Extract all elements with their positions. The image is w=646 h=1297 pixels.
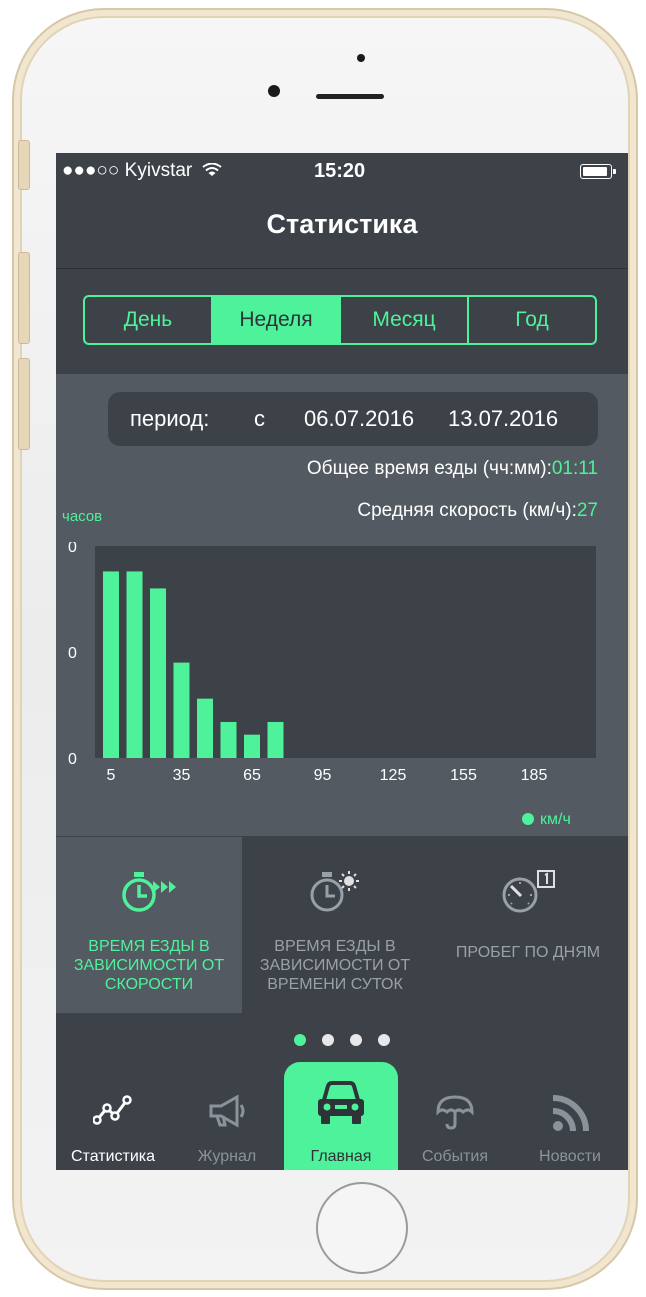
card-time-by-speed[interactable]: ВРЕМЯ ЕЗДЫ В ЗАВИСИМОСТИ ОТ СКОРОСТИ [56, 837, 242, 1013]
tab-month[interactable]: Месяц [341, 297, 469, 343]
card-time-by-daytime[interactable]: ВРЕМЯ ЕЗДЫ В ЗАВИСИМОСТИ ОТ ВРЕМЕНИ СУТО… [242, 837, 428, 1013]
period-selector[interactable]: период: с 06.07.2016 13.07.2016 [108, 392, 598, 446]
stopwatch-fast-icon [122, 872, 176, 912]
x-tick-label: 155 [450, 767, 477, 782]
tab-label: События [421, 1148, 489, 1165]
tab-year[interactable]: Год [469, 297, 595, 343]
total-drive-time: Общее время езды (чч:мм):01:11 [307, 458, 598, 480]
status-bar: ●●●○○ Kyivstar 15:20 [56, 153, 628, 189]
y-tick-label: 0 [68, 542, 77, 556]
chart-bar [244, 734, 260, 758]
page-title: Статистика [266, 209, 418, 239]
card-mileage-by-day[interactable]: ПРОБЕГ ПО ДНЯМ [428, 837, 628, 1013]
tab-statistics[interactable]: Статистика [56, 1080, 170, 1170]
rss-icon [552, 1095, 589, 1132]
x-tick-label: 65 [243, 767, 261, 782]
x-tick-label: 125 [380, 767, 407, 782]
chart-y-axis-label: часов [62, 508, 103, 525]
period-segmented-control: День Неделя Месяц Год [83, 295, 597, 345]
card-label: ВРЕМЯ ЕЗДЫ В ЗАВИСИМОСТИ ОТ ВРЕМЕНИ СУТО… [259, 938, 411, 993]
chart-bar [126, 571, 143, 758]
tab-home[interactable]: Главная [284, 1062, 398, 1170]
average-speed: Средняя скорость (км/ч):27 [357, 500, 598, 522]
chart-bar [220, 721, 237, 758]
chart-bar [173, 662, 190, 758]
total-time-value: 01:11 [551, 458, 598, 479]
page-indicator[interactable] [56, 1033, 628, 1051]
card-label: ВРЕМЯ ЕЗДЫ В ЗАВИСИМОСТИ ОТ СКОРОСТИ [73, 938, 225, 993]
page-dot[interactable] [378, 1034, 390, 1046]
megaphone-icon [209, 1094, 245, 1128]
car-icon [318, 1081, 364, 1124]
nav-bar: Статистика [56, 189, 628, 269]
tab-week[interactable]: Неделя [213, 297, 341, 343]
chart-bar [197, 698, 213, 758]
page-dot[interactable] [322, 1034, 334, 1046]
chart-bar [103, 571, 119, 758]
card-label: ПРОБЕГ ПО ДНЯМ [455, 944, 601, 961]
tab-journal[interactable]: Журнал [170, 1080, 284, 1170]
carrier-info: ●●●○○ Kyivstar [62, 160, 222, 182]
x-tick-label: 5 [107, 767, 116, 782]
front-camera [268, 85, 280, 97]
page-dot[interactable] [350, 1034, 362, 1046]
report-cards: ВРЕМЯ ЕЗДЫ В ЗАВИСИМОСТИ ОТ СКОРОСТИ ВРЕ… [56, 837, 628, 1013]
umbrella-icon [436, 1095, 474, 1130]
avg-speed-label: Средняя скорость (км/ч): [357, 500, 577, 521]
earpiece-speaker [316, 94, 384, 99]
tab-label: Новости [539, 1148, 601, 1165]
chart-plot-area [95, 546, 596, 758]
chart-bar [267, 721, 284, 758]
stats-panel: период: с 06.07.2016 13.07.2016 Общее вр… [56, 374, 628, 836]
volume-down-button [18, 358, 30, 450]
chart-bar [150, 588, 166, 758]
tab-day[interactable]: День [85, 297, 213, 343]
stopwatch-sun-icon [310, 871, 359, 912]
total-time-label: Общее время езды (чч:мм): [306, 458, 552, 479]
app-screen: ●●●○○ Kyivstar 15:20 Статистика День Нед… [56, 153, 628, 1170]
period-from-date[interactable]: 06.07.2016 [304, 406, 414, 432]
wifi-icon [201, 162, 222, 176]
legend-dot-icon [522, 813, 534, 825]
battery-icon [580, 164, 616, 179]
speed-histogram-chart: 0 0 0 5 35 65 95 125 155 185 [68, 542, 596, 782]
signal-strength-icon: ●●●○○ [62, 160, 120, 181]
y-tick-label: 0 [68, 751, 77, 768]
x-tick-label: 35 [173, 767, 191, 782]
period-to-date[interactable]: 13.07.2016 [448, 406, 558, 432]
x-tick-label: 185 [521, 767, 548, 782]
period-from-prefix: с [254, 406, 265, 431]
tab-label: Статистика [70, 1148, 156, 1165]
mute-switch [18, 140, 30, 190]
tab-label: Журнал [197, 1148, 257, 1165]
legend-label: км/ч [540, 811, 571, 828]
proximity-sensor [357, 54, 365, 62]
stats-graph-icon [93, 1095, 132, 1125]
tab-label: Главная [310, 1148, 372, 1165]
page-dot[interactable] [294, 1034, 306, 1046]
speedometer-calendar-icon [502, 870, 555, 913]
volume-up-button [18, 252, 30, 344]
avg-speed-value: 27 [576, 500, 598, 521]
clock: 15:20 [314, 160, 366, 182]
x-tick-label: 95 [314, 767, 332, 782]
home-button[interactable] [316, 1182, 408, 1274]
period-label: период: [130, 406, 210, 431]
chart-legend: км/ч [522, 811, 571, 829]
y-tick-label: 0 [68, 645, 77, 662]
carrier-name: Kyivstar [124, 160, 193, 181]
tab-news[interactable]: Новости [512, 1080, 628, 1170]
tab-events[interactable]: События [398, 1080, 512, 1170]
